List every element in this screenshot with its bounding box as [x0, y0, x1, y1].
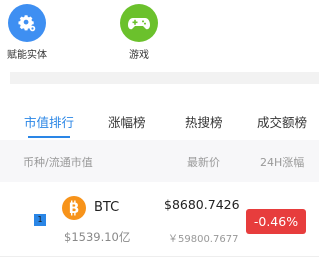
quick-link-empower[interactable]: 赋能实体: [0, 0, 62, 61]
tab-trending[interactable]: 热搜榜: [185, 108, 223, 138]
section-divider: [10, 72, 319, 84]
quick-link-label: 赋能实体: [7, 50, 47, 61]
rank-badge: 1: [34, 214, 46, 226]
market-cap-value: $1539.10亿: [64, 230, 131, 244]
header-coin-marketcap[interactable]: 币种/流通市值: [23, 154, 93, 170]
price-cny: ￥59800.7677: [168, 234, 239, 245]
change-badge[interactable]: -0.46%: [246, 209, 306, 234]
tab-market-cap[interactable]: 市值排行: [24, 108, 74, 138]
quick-link-games[interactable]: 游戏: [104, 0, 174, 61]
coin-symbol: BTC: [94, 200, 120, 215]
quick-links: 赋能实体 游戏: [0, 0, 319, 66]
row-divider: [0, 256, 319, 257]
tab-gainers[interactable]: 涨幅榜: [108, 108, 146, 138]
bitcoin-icon: B: [62, 196, 86, 220]
price-usd: $8680.7426: [164, 197, 240, 212]
header-latest-price[interactable]: 最新价: [187, 154, 220, 170]
quick-link-label: 游戏: [129, 50, 149, 61]
table-header: 币种/流通市值 最新价 24H涨幅: [0, 140, 319, 182]
active-tab-indicator: [28, 136, 71, 138]
tab-volume[interactable]: 成交额榜: [257, 108, 307, 138]
header-24h-change[interactable]: 24H涨幅: [260, 154, 304, 170]
ranking-tabs: 市值排行 涨幅榜 热搜榜 成交额榜: [0, 108, 319, 138]
gear-icon: [8, 4, 46, 42]
gamepad-icon: [120, 4, 158, 42]
svg-text:B: B: [69, 201, 80, 216]
